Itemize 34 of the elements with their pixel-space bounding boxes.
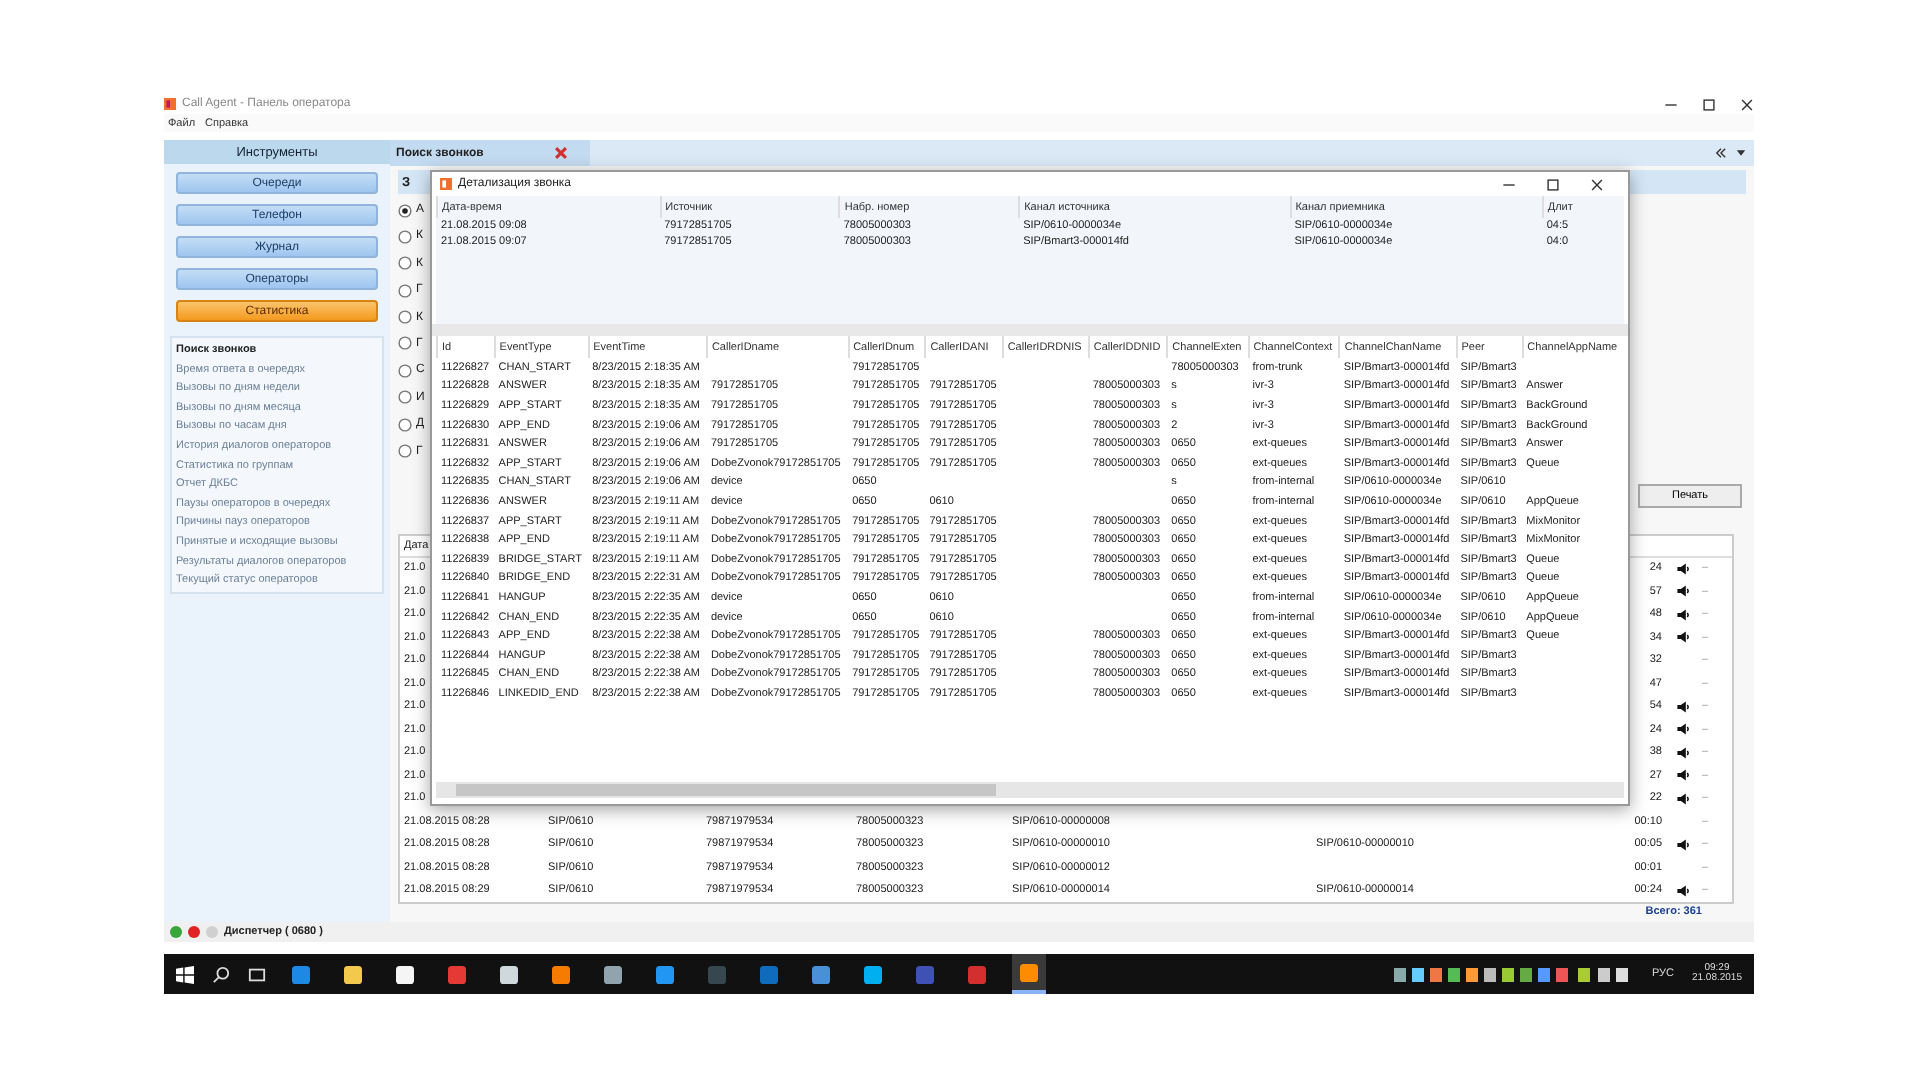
maximize-icon[interactable] bbox=[1546, 177, 1560, 191]
speaker-icon[interactable] bbox=[1676, 699, 1690, 714]
radio-button[interactable] bbox=[398, 417, 412, 432]
search-icon[interactable] bbox=[212, 965, 230, 983]
speaker-icon[interactable] bbox=[1676, 607, 1690, 622]
app-icon bbox=[440, 178, 452, 190]
speaker-icon[interactable] bbox=[1676, 883, 1690, 898]
scrollbar[interactable] bbox=[436, 782, 1624, 798]
app-icon bbox=[164, 98, 176, 110]
speaker-icon[interactable] bbox=[1676, 561, 1690, 576]
double-chevron-icon[interactable] bbox=[1714, 146, 1728, 160]
close-icon[interactable] bbox=[1740, 97, 1754, 111]
speaker-icon[interactable] bbox=[1676, 630, 1690, 645]
radio-button[interactable] bbox=[398, 310, 412, 325]
radio-button[interactable] bbox=[398, 363, 412, 378]
radio-button[interactable] bbox=[398, 336, 412, 351]
close-icon[interactable] bbox=[1590, 177, 1604, 191]
speaker-icon[interactable] bbox=[1676, 768, 1690, 783]
speaker-icon[interactable] bbox=[1676, 791, 1690, 806]
radio-button[interactable] bbox=[398, 229, 412, 244]
radio-button[interactable] bbox=[398, 203, 412, 217]
radio-button[interactable] bbox=[398, 390, 412, 405]
speaker-icon[interactable] bbox=[1676, 837, 1690, 852]
tray-icons-drawing[interactable] bbox=[1393, 967, 1634, 981]
task-view-icon[interactable] bbox=[248, 965, 266, 983]
maximize-icon[interactable] bbox=[1702, 97, 1716, 111]
speaker-icon[interactable] bbox=[1676, 722, 1690, 737]
radio-button[interactable] bbox=[398, 256, 412, 271]
speaker-icon[interactable] bbox=[1676, 584, 1690, 599]
speaker-icon[interactable] bbox=[1676, 745, 1690, 760]
radio-button[interactable] bbox=[398, 283, 412, 298]
start-button[interactable] bbox=[176, 965, 194, 983]
dropdown-icon[interactable] bbox=[1734, 146, 1748, 160]
radio-button[interactable] bbox=[398, 444, 412, 459]
